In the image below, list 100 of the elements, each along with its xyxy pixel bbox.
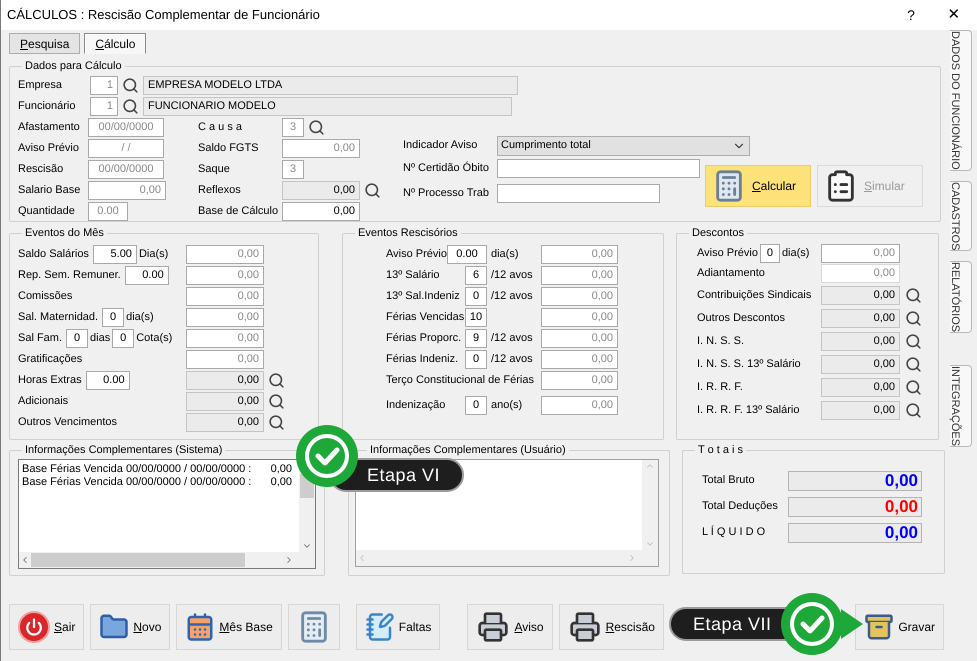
input-field[interactable]: 0,00	[821, 378, 900, 396]
field-label: I. N. S. S.	[697, 334, 744, 349]
scroll-thumb[interactable]	[31, 552, 245, 566]
power-icon	[18, 611, 50, 643]
help-button[interactable]: ?	[891, 4, 931, 26]
side-tab[interactable]: CADASTROS	[950, 180, 972, 252]
field-label: Quantidade	[18, 204, 76, 219]
input-field[interactable]: 0.00	[86, 370, 130, 390]
group-title: Descontos	[691, 226, 745, 241]
field-label: dia(s)	[126, 310, 154, 325]
info-line: Base Férias Vencida 00/00/0000 / 00/00/0000 :	[22, 462, 252, 476]
input-field[interactable]	[497, 159, 700, 178]
search-icon[interactable]	[905, 402, 922, 418]
input-field[interactable]: 9	[465, 328, 487, 348]
info-line: Base Férias Vencida 00/00/0000 / 00/00/0000 :	[22, 476, 252, 488]
toolbar-button[interactable]: Faltas	[356, 604, 440, 650]
field-label: Férias Proporc.	[386, 330, 462, 346]
input-field[interactable]: 5.00	[92, 244, 137, 264]
group-title: Dados para Cálculo	[24, 59, 123, 74]
input-field[interactable]: 0,00	[282, 180, 360, 200]
input-field[interactable]: 0	[465, 396, 487, 415]
tab[interactable]: Cálculo	[84, 33, 146, 54]
printer-icon	[568, 611, 602, 643]
field-label: Indicador Aviso	[403, 138, 478, 154]
side-tab[interactable]: INTEGRAÇÕES	[950, 365, 972, 448]
input-field[interactable]: 0,00	[821, 286, 900, 304]
group-title: Eventos do Mês	[24, 226, 105, 241]
input-field[interactable]: 0,00	[821, 308, 900, 328]
search-icon[interactable]	[122, 98, 139, 114]
input-field[interactable]: EMPRESA MODELO LTDA	[143, 76, 518, 94]
input-field[interactable]: 0,00	[186, 370, 264, 390]
input-field[interactable]: 0	[102, 308, 124, 326]
toolbar-button[interactable]: Sair	[9, 604, 84, 650]
input-field[interactable]: 0,00	[282, 202, 360, 220]
toolbar-button[interactable]	[288, 604, 340, 650]
input-field[interactable]: 0	[465, 350, 487, 368]
field-label: dias	[90, 330, 110, 346]
field-label: C a u s a	[198, 120, 244, 135]
toolbar-button[interactable]: Rescisão	[558, 604, 664, 650]
input-field[interactable]: 0,00	[821, 354, 900, 374]
dropdown[interactable]: Cumprimento total	[497, 136, 750, 156]
search-icon[interactable]	[905, 332, 922, 350]
input-field[interactable]: FUNCIONARIO MODELO	[143, 96, 512, 116]
total-field: 0,00	[788, 496, 922, 516]
field-label: 13º Sal.Indeniz	[386, 288, 460, 304]
search-icon[interactable]	[268, 414, 284, 430]
action-button[interactable]: Calcular	[705, 164, 811, 206]
input-field[interactable]: 0.00	[447, 244, 487, 264]
side-tab[interactable]: DADOS DO FUNCIONÁRIO	[950, 30, 972, 171]
input-field[interactable]: 0.00	[124, 266, 169, 284]
search-icon[interactable]	[122, 76, 139, 94]
toolbar-button[interactable]: Mês Base	[176, 604, 282, 650]
input-field[interactable]: 6	[465, 266, 487, 284]
input-field[interactable]	[497, 184, 660, 203]
field-label: Adiantamento	[697, 266, 765, 282]
field-label: Rescisão	[18, 162, 64, 177]
field-label: dia(s)	[491, 246, 519, 262]
search-icon[interactable]	[905, 310, 922, 326]
search-icon[interactable]	[268, 392, 284, 410]
field-label: Indenização	[386, 398, 446, 414]
total-field: 0,00	[788, 470, 922, 490]
field-label: Gratificações	[18, 352, 82, 367]
group-title: Informações Complementares (Sistema)	[24, 443, 224, 458]
field-label: Reflexos	[198, 182, 242, 198]
search-icon[interactable]	[268, 372, 284, 388]
field-label: Férias Indeniz.	[386, 352, 458, 367]
field-label: ano(s)	[491, 398, 522, 414]
search-icon[interactable]	[364, 182, 381, 198]
input-field[interactable]: 0	[760, 244, 780, 263]
toolbar-button[interactable]: Novo	[90, 604, 170, 650]
printer-icon	[476, 611, 510, 643]
calendar-icon	[185, 612, 216, 642]
field-label: Férias Vencidas	[386, 310, 464, 325]
input-field[interactable]: 0	[465, 286, 487, 306]
toolbar-button[interactable]: Aviso	[467, 604, 553, 650]
input-field[interactable]: 0	[66, 328, 88, 348]
search-icon[interactable]	[905, 378, 922, 396]
field-label: 13º Salário	[386, 268, 440, 283]
field-label: Aviso Prévio	[386, 246, 447, 262]
text-area[interactable]: Base Férias Vencida 00/00/0000 / 00/00/0000 : 0,00 Base Férias Vencida 00/00/0000 / 00/00/0000 : 0,00	[18, 458, 316, 568]
field-label: Empresa	[18, 78, 64, 93]
input-field[interactable]: 0,00	[186, 392, 264, 410]
tab[interactable]: Pesquisa	[9, 33, 80, 54]
input-field[interactable]: 10	[465, 308, 487, 326]
input-field[interactable]: 0	[112, 328, 134, 348]
input-field[interactable]: 0,00	[186, 412, 264, 432]
input-field[interactable]: 0,00	[821, 400, 900, 420]
input-field[interactable]: 0,00	[821, 332, 900, 350]
side-tab[interactable]: RELATÓRIOS	[950, 261, 972, 334]
search-icon[interactable]	[905, 286, 922, 304]
toolbar-button[interactable]: Gravar	[855, 604, 944, 650]
search-icon[interactable]	[905, 356, 922, 372]
field-label: Saldo Salários	[18, 246, 89, 262]
group-title: T o t a i s	[697, 443, 744, 458]
field-label: Saldo FGTS	[198, 140, 260, 156]
field-label: Cota(s)	[136, 330, 172, 346]
field-label: I. R. R. F. 13º Salário	[697, 402, 800, 418]
field-label: L Í Q U I D O	[702, 524, 766, 540]
close-button[interactable]: ✕	[931, 4, 977, 26]
field-label: /12 avos	[491, 352, 533, 367]
